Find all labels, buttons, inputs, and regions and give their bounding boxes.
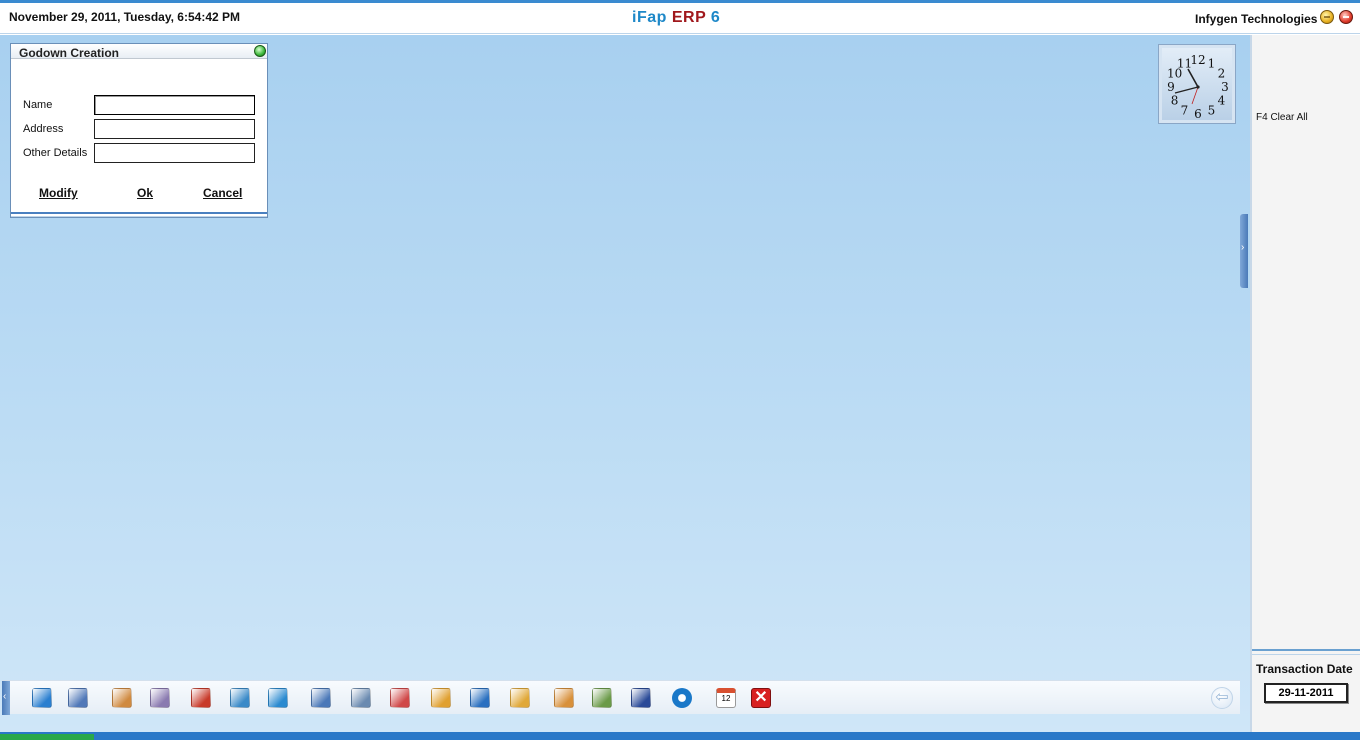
dialog-maximize-icon[interactable] (254, 45, 266, 57)
modify-button[interactable]: Modify (39, 186, 78, 200)
tree-icon[interactable] (429, 686, 453, 710)
top-bar: November 29, 2011, Tuesday, 6:54:42 PM i… (0, 0, 1360, 34)
books-icon[interactable] (189, 686, 213, 710)
clock-numeral: 3 (1221, 80, 1229, 94)
save-check-icon[interactable] (629, 686, 653, 710)
dialog-title: Godown Creation (19, 46, 119, 60)
clock-widget: 12 1 2 3 4 5 6 7 8 9 10 11 (1158, 44, 1236, 124)
window-icon[interactable] (309, 686, 333, 710)
back-arrow-icon[interactable]: ⇦ (1211, 687, 1233, 709)
cancel-button[interactable]: Cancel (203, 186, 242, 200)
calendar-icon[interactable]: 12 (714, 686, 738, 710)
ledger-icon-glyph (32, 688, 52, 708)
clock-numeral: 8 (1171, 94, 1179, 108)
save-check-icon-glyph (631, 688, 651, 708)
name-field[interactable] (94, 95, 255, 115)
minimize-button[interactable] (1320, 10, 1334, 24)
address-label: Address (23, 123, 64, 135)
clock-numeral: 6 (1194, 107, 1202, 121)
app-title-erp: ERP (671, 9, 706, 26)
transaction-date-label: Transaction Date (1256, 662, 1353, 676)
clock-numeral: 7 (1181, 103, 1189, 117)
clock-numeral: 4 (1218, 94, 1226, 108)
other-details-label: Other Details (23, 147, 88, 159)
sheet-icon-glyph (592, 688, 612, 708)
clear-all-hint[interactable]: F4 Clear All (1256, 112, 1308, 123)
status-indicator (0, 734, 94, 740)
box-icon[interactable] (508, 686, 532, 710)
gauge-icon-glyph (554, 688, 574, 708)
gauge-icon[interactable] (552, 686, 576, 710)
clock-numeral: 9 (1167, 80, 1175, 94)
contacts-icon[interactable] (110, 686, 134, 710)
app-title-ifap: iFap (632, 9, 667, 26)
sheet-icon[interactable] (590, 686, 614, 710)
cart-icon-glyph (230, 688, 250, 708)
app-title: iFap ERP 6 (632, 9, 720, 27)
right-panel: F4 Clear All Transaction Date 29-11-2011 (1250, 35, 1360, 732)
window-icon-glyph (311, 688, 331, 708)
ledger-icon[interactable] (30, 686, 54, 710)
clock-numeral: 11 (1177, 57, 1192, 71)
cart-icon[interactable] (228, 686, 252, 710)
clock-numeral: 2 (1218, 67, 1226, 81)
company-name: Infygen Technologies (1195, 12, 1318, 26)
exit-icon-glyph: ✕ (751, 688, 771, 708)
right-panel-divider (1252, 649, 1360, 655)
refresh-icon-glyph (268, 688, 288, 708)
refresh-icon[interactable] (266, 686, 290, 710)
taskbar: 12 ✕ ⇦ (2, 680, 1240, 715)
transaction-date-value[interactable]: 29-11-2011 (1264, 683, 1348, 703)
datetime-display: November 29, 2011, Tuesday, 6:54:42 PM (9, 10, 241, 24)
calendar-icon-glyph: 12 (716, 688, 736, 708)
dialog-titlebar[interactable]: Godown Creation (11, 44, 267, 60)
tree-icon-glyph (431, 688, 451, 708)
clock-numeral: 12 (1190, 53, 1205, 67)
dialog-bottom-border (11, 212, 267, 217)
settings-icon-glyph (672, 688, 692, 708)
app-title-version: 6 (710, 9, 721, 26)
contacts-icon-glyph (112, 688, 132, 708)
clock-face-icon: 12 1234567891011 (1167, 53, 1229, 121)
side-panel-toggle[interactable] (1240, 214, 1248, 288)
user-tool-icon-glyph (68, 688, 88, 708)
godown-creation-dialog: Godown Creation Name Address Other Detai… (10, 43, 268, 218)
books-icon-glyph (191, 688, 211, 708)
exit-icon[interactable]: ✕ (749, 686, 773, 710)
arrows-icon-glyph (470, 688, 490, 708)
chart-icon[interactable] (388, 686, 412, 710)
name-label: Name (23, 99, 53, 111)
clock-numeral: 1 (1208, 57, 1216, 71)
document-icon-glyph (351, 688, 371, 708)
ok-button[interactable]: Ok (137, 186, 153, 200)
box-icon-glyph (510, 688, 530, 708)
clock-numeral: 5 (1208, 103, 1216, 117)
arrows-icon[interactable] (468, 686, 492, 710)
network-icon-glyph (150, 688, 170, 708)
network-icon[interactable] (148, 686, 172, 710)
status-strip (0, 732, 1360, 740)
settings-icon[interactable] (670, 686, 694, 710)
address-field[interactable] (94, 119, 255, 139)
chart-icon-glyph (390, 688, 410, 708)
close-app-button[interactable] (1339, 10, 1353, 24)
document-icon[interactable] (349, 686, 373, 710)
other-details-field[interactable] (94, 143, 255, 163)
user-tool-icon[interactable] (66, 686, 90, 710)
taskbar-scroll-left[interactable] (2, 681, 10, 715)
